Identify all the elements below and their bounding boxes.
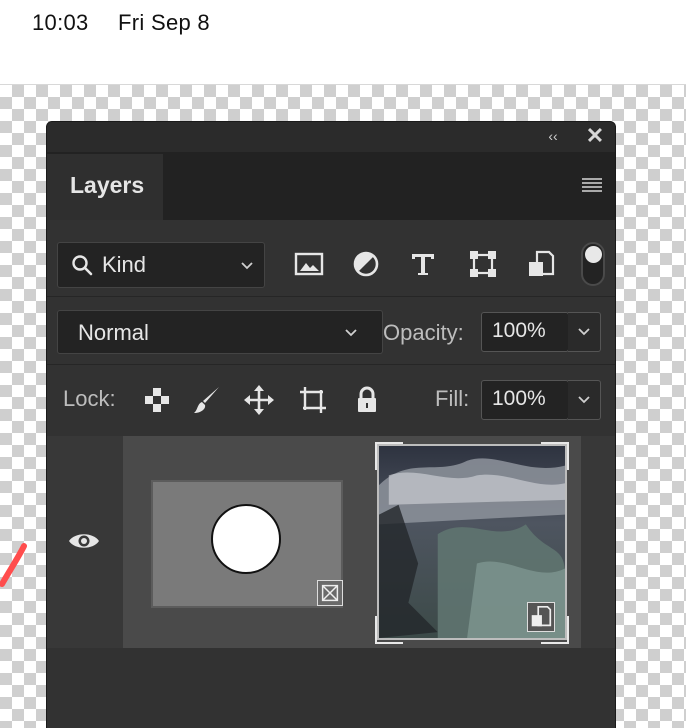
collapse-panel-icon[interactable]: ‹‹ bbox=[543, 128, 563, 144]
status-bar: 10:03 Fri Sep 8 bbox=[0, 0, 686, 85]
layers-panel: ‹‹ ✕ Layers Kind Normal Opacity: 100% Lo… bbox=[47, 122, 615, 728]
selection-corner bbox=[541, 442, 569, 470]
panel-menu-icon[interactable] bbox=[582, 178, 602, 194]
opacity-label: Opacity: bbox=[383, 320, 464, 345]
chevron-down-icon bbox=[241, 262, 253, 270]
fill-label: Fill: bbox=[435, 386, 470, 411]
lock-transparent-pixels-icon[interactable] bbox=[141, 384, 173, 416]
shape-filter-icon[interactable] bbox=[465, 246, 501, 282]
adjustment-filter-icon[interactable] bbox=[348, 246, 384, 282]
fill-dropdown-button[interactable] bbox=[568, 380, 601, 420]
smart-object-badge-icon bbox=[527, 602, 555, 632]
kind-filter-select[interactable]: Kind bbox=[57, 242, 265, 288]
opacity-dropdown-button[interactable] bbox=[568, 312, 601, 352]
eye-icon[interactable] bbox=[67, 530, 101, 552]
chevron-down-icon bbox=[578, 396, 590, 404]
status-time: 10:03 bbox=[32, 10, 89, 35]
lock-label: Lock: bbox=[63, 386, 116, 411]
selection-corner bbox=[375, 616, 403, 644]
chevron-down-icon bbox=[578, 328, 590, 336]
lock-artboard-icon[interactable] bbox=[297, 384, 329, 416]
tab-layers[interactable]: Layers bbox=[47, 154, 163, 220]
layer-mask-badge-icon bbox=[317, 580, 343, 606]
lock-image-pixels-icon[interactable] bbox=[191, 384, 223, 416]
filter-toggle-switch[interactable] bbox=[581, 242, 605, 286]
status-date: Fri Sep 8 bbox=[118, 10, 210, 35]
image-filter-icon[interactable] bbox=[291, 246, 327, 282]
layer-row[interactable] bbox=[47, 436, 615, 648]
selection-corner bbox=[375, 442, 403, 470]
red-brush-stroke bbox=[0, 543, 27, 587]
close-icon[interactable]: ✕ bbox=[585, 125, 605, 147]
opacity-value: 100% bbox=[492, 319, 546, 342]
lock-all-icon[interactable] bbox=[351, 384, 383, 416]
divider bbox=[47, 296, 615, 297]
panel-titlebar[interactable] bbox=[47, 122, 615, 152]
toggle-knob bbox=[585, 246, 602, 263]
kind-filter-label: Kind bbox=[102, 252, 147, 277]
tab-layers-label: Layers bbox=[70, 172, 145, 198]
smart-object-filter-icon[interactable] bbox=[523, 246, 559, 282]
blend-mode-label: Normal bbox=[78, 320, 149, 345]
lock-position-icon[interactable] bbox=[243, 384, 275, 416]
layer-thumbnail[interactable] bbox=[151, 480, 343, 608]
search-icon bbox=[72, 255, 93, 276]
opacity-input[interactable]: 100% bbox=[481, 312, 569, 352]
fill-input[interactable]: 100% bbox=[481, 380, 569, 420]
divider bbox=[47, 364, 615, 365]
blend-mode-select[interactable]: Normal bbox=[57, 310, 383, 354]
type-filter-icon[interactable] bbox=[405, 246, 441, 282]
chevron-down-icon bbox=[345, 329, 357, 337]
white-circle-shape bbox=[211, 504, 281, 574]
fill-value: 100% bbox=[492, 387, 546, 410]
